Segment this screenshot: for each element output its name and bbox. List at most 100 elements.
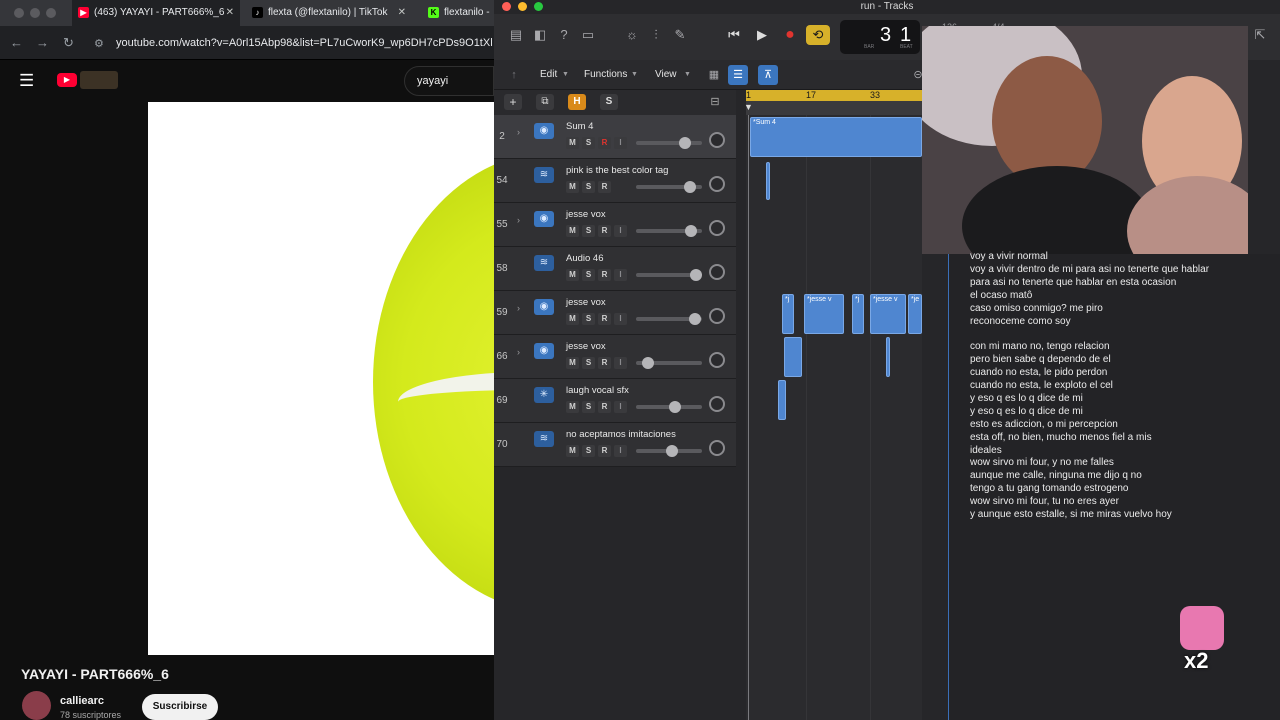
record-enable-button[interactable]: R [598, 445, 611, 457]
input-monitor-button[interactable]: I [614, 269, 627, 281]
cycle-region[interactable] [746, 90, 922, 101]
disclosure-chevron-icon[interactable]: › [517, 303, 520, 313]
menu-functions[interactable]: Functions [584, 69, 627, 80]
input-monitor-button[interactable]: I [614, 401, 627, 413]
solo-button[interactable]: S [582, 357, 595, 369]
solo-button[interactable]: S [582, 181, 595, 193]
track-name[interactable]: jesse vox [566, 209, 606, 220]
tab-tiktok[interactable]: ♪ flexta (@flextanilo) | TikTok ✕ [246, 0, 412, 26]
solo-button[interactable]: S [582, 225, 595, 237]
input-monitor-button[interactable]: I [614, 137, 627, 149]
volume-slider[interactable] [636, 225, 702, 237]
region-jesse-vox-b[interactable]: *jesse v [804, 294, 844, 334]
volume-slider[interactable] [636, 269, 702, 281]
region-jesse-vox-e[interactable]: *je [908, 294, 922, 334]
mute-button[interactable]: M [566, 225, 579, 237]
catch-icon[interactable]: ⊼ [758, 65, 778, 85]
track-name[interactable]: laugh vocal sfx [566, 385, 629, 396]
forward-icon[interactable]: → [36, 35, 49, 50]
help-icon[interactable]: ? [554, 25, 574, 45]
close-tab-icon[interactable]: ✕ [226, 0, 234, 26]
subscribe-button[interactable]: Suscribirse [142, 694, 218, 720]
volume-slider-knob[interactable] [666, 445, 678, 457]
volume-slider-knob[interactable] [689, 313, 701, 325]
track-name[interactable]: no aceptamos imitaciones [566, 429, 676, 440]
close-tab-icon[interactable]: ✕ [398, 0, 406, 26]
record-enable-button[interactable]: R [598, 357, 611, 369]
back-icon[interactable]: ← [10, 35, 23, 50]
mute-button[interactable]: M [566, 445, 579, 457]
youtube-logo-icon[interactable]: ▶ [57, 73, 77, 87]
track-name[interactable]: jesse vox [566, 297, 606, 308]
pan-knob[interactable] [709, 220, 725, 236]
solo-button[interactable]: S [582, 313, 595, 325]
track-row[interactable]: 70 ≋ no aceptamos imitaciones M S R I [494, 423, 736, 467]
hide-tracks-button[interactable]: H [568, 94, 586, 110]
menu-edit[interactable]: Edit [540, 69, 557, 80]
track-name[interactable]: Sum 4 [566, 121, 593, 132]
track-row[interactable]: 59 › ◉ jesse vox M S R I [494, 291, 736, 335]
search-input[interactable]: yayayi [417, 75, 448, 87]
list-view-icon[interactable]: ☰ [728, 65, 748, 85]
region-jesse-vox-66a[interactable] [784, 337, 802, 377]
folder-icon[interactable]: ⊟ [706, 94, 724, 110]
record-enable-button[interactable]: R [598, 137, 611, 149]
volume-slider[interactable] [636, 137, 702, 149]
menu-view[interactable]: View [655, 69, 677, 80]
region-jesse-vox-a[interactable]: *j [782, 294, 794, 334]
volume-slider-knob[interactable] [679, 137, 691, 149]
close-window-button[interactable] [14, 8, 24, 18]
inspector-icon[interactable]: ◧ [530, 25, 550, 45]
track-row[interactable]: 58 ≋ Audio 46 M S R I [494, 247, 736, 291]
volume-slider[interactable] [636, 401, 702, 413]
pan-knob[interactable] [709, 132, 725, 148]
mute-button[interactable]: M [566, 269, 579, 281]
region-pink-tag[interactable] [766, 162, 770, 200]
avatar[interactable] [22, 691, 51, 720]
volume-slider-knob[interactable] [684, 181, 696, 193]
reload-icon[interactable]: ↻ [63, 35, 74, 51]
region-laugh-sfx[interactable] [778, 380, 786, 420]
site-settings-icon[interactable]: ⚙ [94, 37, 104, 50]
pan-knob[interactable] [709, 440, 725, 456]
mute-button[interactable]: M [566, 357, 579, 369]
grid-view-icon[interactable]: ▦ [704, 65, 724, 85]
pan-knob[interactable] [709, 308, 725, 324]
toolbar-icon[interactable]: ▭ [578, 25, 598, 45]
input-monitor-button[interactable]: I [614, 313, 627, 325]
arrange-area[interactable]: 1 17 33 ▼ *Sum 4 *j *jesse v *j *jesse v… [744, 90, 922, 720]
tab-kick[interactable]: K flextanilo - [422, 0, 494, 26]
solo-button[interactable]: S [582, 269, 595, 281]
cycle-icon[interactable]: ⟲ [806, 25, 830, 45]
zoom-window-button[interactable] [46, 8, 56, 18]
volume-slider[interactable] [636, 181, 702, 193]
track-name[interactable]: jesse vox [566, 341, 606, 352]
editors-icon[interactable]: ✎ [670, 25, 690, 45]
rewind-icon[interactable]: ⏮ [724, 25, 744, 45]
disclosure-chevron-icon[interactable]: › [517, 127, 520, 137]
back-arrow-icon[interactable]: ↑ [504, 65, 524, 85]
track-row[interactable]: 69 ✳ laugh vocal sfx M S R I [494, 379, 736, 423]
volume-slider[interactable] [636, 357, 702, 369]
solo-button[interactable]: S [582, 137, 595, 149]
region-jesse-vox-d[interactable]: *jesse v [870, 294, 906, 334]
duplicate-track-button[interactable]: ⧉ [536, 94, 554, 110]
input-monitor-button[interactable]: I [614, 445, 627, 457]
video-player[interactable] [148, 102, 494, 655]
url-field[interactable]: youtube.com/watch?v=A0rl15Abp98&list=PL7… [116, 37, 493, 49]
track-name[interactable]: Audio 46 [566, 253, 604, 264]
pan-knob[interactable] [709, 396, 725, 412]
add-track-button[interactable]: + [504, 94, 522, 110]
mute-button[interactable]: M [566, 137, 579, 149]
mute-button[interactable]: M [566, 181, 579, 193]
volume-slider-knob[interactable] [642, 357, 654, 369]
track-row[interactable]: 66 › ◉ jesse vox M S R I [494, 335, 736, 379]
smart-controls-icon[interactable]: ☼ [622, 25, 642, 45]
volume-slider[interactable] [636, 313, 702, 325]
tab-youtube[interactable]: ▶ (463) YAYAYI - PART666%_6 ✕ [72, 0, 240, 26]
ruler[interactable]: 1 17 33 ▼ [744, 90, 922, 115]
pan-knob[interactable] [709, 176, 725, 192]
solo-button[interactable]: S [582, 401, 595, 413]
input-monitor-button[interactable]: I [614, 357, 627, 369]
record-enable-button[interactable]: R [598, 313, 611, 325]
